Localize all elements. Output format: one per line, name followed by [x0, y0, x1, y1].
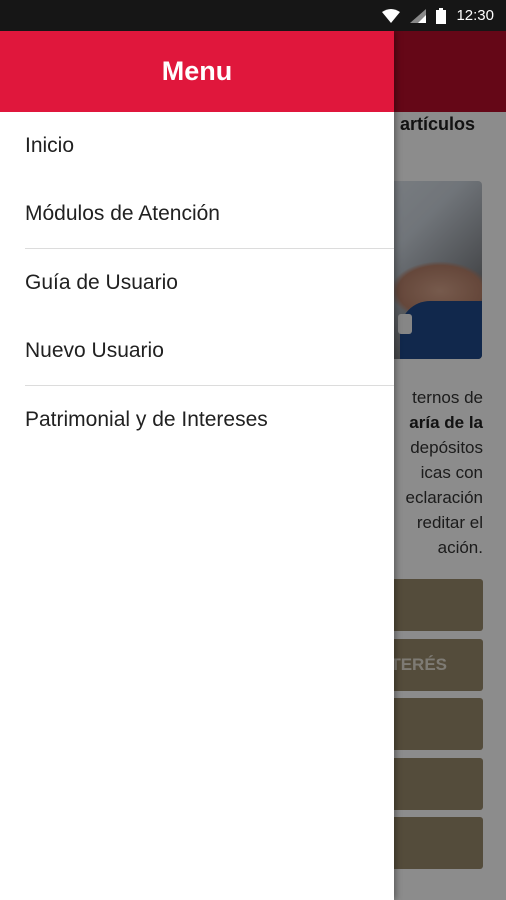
drawer-item-label: Guía de Usuario: [25, 271, 178, 294]
cell-signal-icon: [410, 8, 427, 23]
battery-icon: [436, 7, 447, 24]
drawer-item-patrimonial-y-de-intereses[interactable]: Patrimonial y de Intereses: [0, 386, 394, 454]
status-bar: 12:30: [0, 0, 506, 31]
drawer-item-nuevo-usuario[interactable]: Nuevo Usuario: [0, 317, 394, 385]
status-time: 12:30: [456, 7, 494, 24]
drawer-item-label: Módulos de Atención: [25, 202, 220, 225]
drawer-item-inicio[interactable]: Inicio: [0, 112, 394, 180]
drawer-header: Menu: [0, 31, 394, 112]
drawer-item-modulos-de-atencion[interactable]: Módulos de Atención: [0, 180, 394, 248]
drawer-title: Menu: [161, 56, 233, 86]
wifi-icon: [382, 8, 401, 23]
drawer-item-label: Nuevo Usuario: [25, 339, 164, 362]
drawer-item-label: Inicio: [25, 134, 75, 157]
drawer-item-guia-de-usuario[interactable]: Guía de Usuario: [0, 249, 394, 317]
navigation-drawer: Menu Inicio Módulos de Atención Guía de …: [0, 31, 394, 900]
drawer-item-label: Patrimonial y de Intereses: [25, 408, 268, 431]
